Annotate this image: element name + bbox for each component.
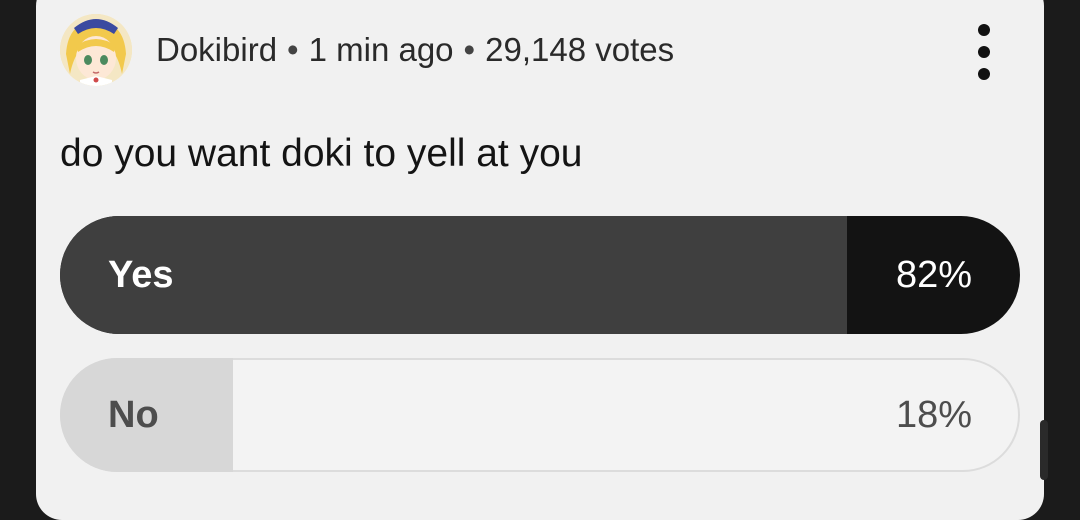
more-vert-icon-dot <box>978 46 990 58</box>
meta-separator: • <box>287 31 299 68</box>
poll-question: do you want doki to yell at you <box>60 132 583 175</box>
scrollbar[interactable] <box>1040 420 1048 480</box>
poll-option-percent: 82% <box>895 253 972 296</box>
author-name[interactable]: Dokibird <box>156 31 277 69</box>
more-options-button[interactable] <box>964 24 1004 80</box>
more-vert-icon-dot <box>978 68 990 80</box>
poll-option-fill <box>60 216 848 334</box>
more-vert-icon <box>978 24 990 36</box>
poll-option-label: Yes <box>108 253 174 296</box>
post-time: 1 min ago <box>308 31 454 68</box>
vtuber-avatar-icon <box>60 14 132 86</box>
poll-option-percent: 18% <box>895 393 972 436</box>
post-meta: Dokibird • 1 min ago • 29,148 votes <box>156 31 674 69</box>
poll-card: Dokibird • 1 min ago • 29,148 votes do y… <box>36 0 1044 520</box>
vote-count: 29,148 votes <box>485 31 675 68</box>
post-header: Dokibird • 1 min ago • 29,148 votes <box>60 13 674 87</box>
poll-option-label: No <box>108 393 159 436</box>
avatar[interactable] <box>60 14 132 86</box>
poll-option-yes[interactable]: Yes 82% <box>60 216 1020 334</box>
poll-option-no[interactable]: No 18% <box>60 358 1020 472</box>
meta-separator: • <box>463 31 476 68</box>
